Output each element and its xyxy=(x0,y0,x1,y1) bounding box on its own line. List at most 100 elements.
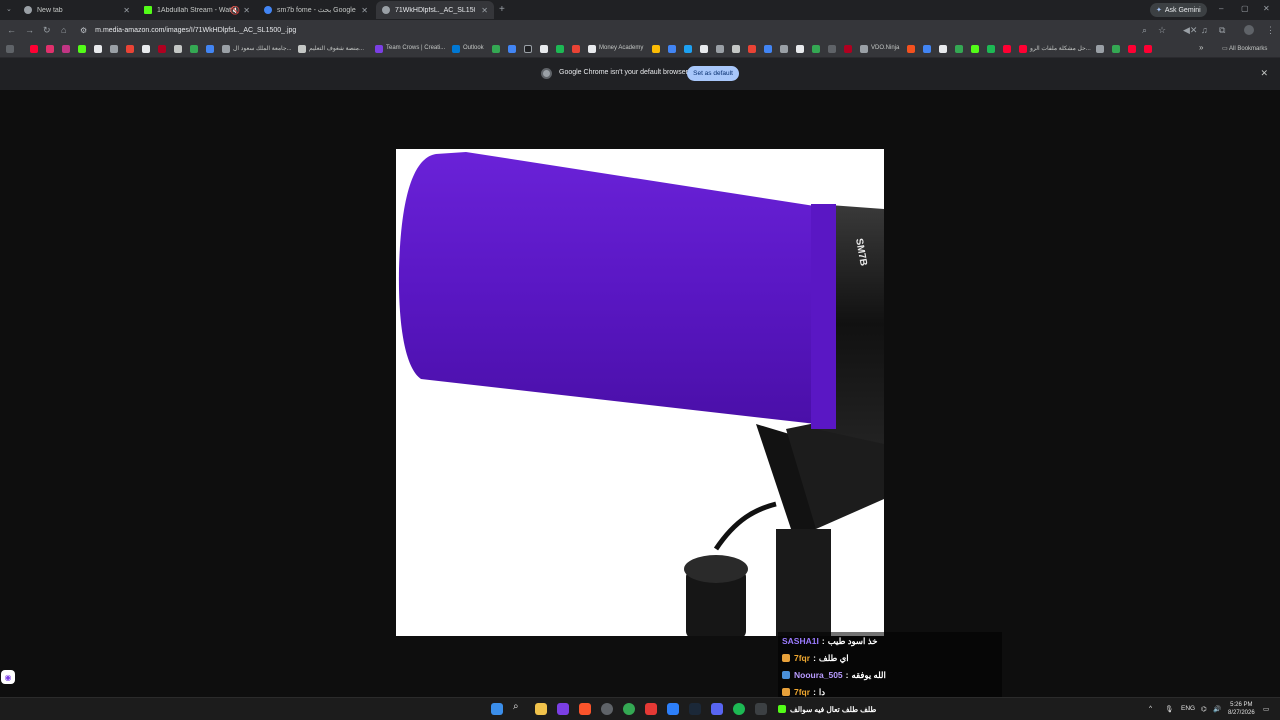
bookmark-icon[interactable] xyxy=(206,45,214,53)
bookmark-icon[interactable] xyxy=(923,45,931,53)
media-controls-icon[interactable]: ◀✕ xyxy=(1183,25,1197,36)
bookmark-icon[interactable] xyxy=(524,45,532,53)
start-icon[interactable] xyxy=(491,703,503,715)
bookmarks-overflow-icon[interactable]: » xyxy=(1199,43,1203,52)
bookmark-icon[interactable] xyxy=(652,45,660,53)
bookmark-icon[interactable] xyxy=(556,45,564,53)
bookmark-icon[interactable] xyxy=(796,45,804,53)
bookmark-outlook[interactable]: Outlook xyxy=(463,45,484,51)
bookmark-icon[interactable] xyxy=(1096,45,1104,53)
chrome-icon[interactable] xyxy=(601,703,613,715)
close-tab-icon[interactable]: ✕ xyxy=(123,6,130,15)
bookmark-icon[interactable] xyxy=(142,45,150,53)
bookmark-icon[interactable] xyxy=(1112,45,1120,53)
bookmark-icon[interactable] xyxy=(939,45,947,53)
tab-new-tab[interactable]: New tab ✕ xyxy=(18,1,136,19)
bookmark-icon[interactable] xyxy=(700,45,708,53)
kick-icon[interactable] xyxy=(78,45,86,53)
youtube-icon[interactable] xyxy=(1019,45,1027,53)
bookmark-icon[interactable] xyxy=(828,45,836,53)
app-icon[interactable] xyxy=(755,703,767,715)
audio-icon[interactable]: ♫ xyxy=(1201,25,1208,35)
bookmark-icon[interactable] xyxy=(190,45,198,53)
discord-icon[interactable] xyxy=(711,703,723,715)
globe-icon[interactable] xyxy=(860,45,868,53)
extensions-icon[interactable]: ⧉ xyxy=(1219,25,1225,36)
tab-search-icon[interactable]: ⌄ xyxy=(6,5,12,13)
bookmark-icon[interactable] xyxy=(572,45,580,53)
tab-google-search[interactable]: sm7b fome - بحث Google ✕ xyxy=(258,1,374,19)
app-icon[interactable] xyxy=(557,703,569,715)
all-bookmarks[interactable]: ▭ All Bookmarks xyxy=(1222,45,1267,52)
bookmark-icon[interactable] xyxy=(508,45,516,53)
set-as-default-button[interactable]: Set as default xyxy=(687,66,739,81)
bookmark-platform[interactable]: منصة شغوف التعليم... xyxy=(309,45,364,52)
bookmark-icon[interactable] xyxy=(540,45,548,53)
clock[interactable]: 5:26 PM 8/27/2026 xyxy=(1228,701,1255,717)
bookmark-star-icon[interactable]: ☆ xyxy=(1158,25,1166,36)
zoom-icon[interactable]: ⌕ xyxy=(1142,25,1147,36)
bookmark-icon[interactable] xyxy=(780,45,788,53)
menu-icon[interactable]: ⋮ xyxy=(1266,25,1275,36)
bookmark-vdo-ninja[interactable]: VDO.Ninja xyxy=(871,45,899,51)
bookmark-icon[interactable] xyxy=(955,45,963,53)
youtube-icon[interactable] xyxy=(1144,45,1152,53)
language-indicator[interactable]: ENG xyxy=(1181,705,1195,712)
bookmark-ksu[interactable]: جامعة الملك سعود ال... xyxy=(233,45,292,52)
mute-icon[interactable]: 🔇 xyxy=(230,6,240,15)
site-info-icon[interactable]: ⚙ xyxy=(80,26,87,35)
app-icon[interactable] xyxy=(645,703,657,715)
tray-overflow-icon[interactable]: ^ xyxy=(1149,705,1152,712)
bookmark-icon[interactable] xyxy=(844,45,852,53)
bookmark-icon[interactable] xyxy=(62,45,70,53)
maximize-icon[interactable]: ▢ xyxy=(1241,4,1249,13)
minimize-icon[interactable]: – xyxy=(1219,4,1223,13)
instagram-icon[interactable] xyxy=(46,45,54,53)
tab-image[interactable]: 71WkHDlpfsL._AC_SL1500_.jpg ✕ xyxy=(376,1,494,19)
bookmark-icon[interactable] xyxy=(174,45,182,53)
bookmark-icon[interactable] xyxy=(812,45,820,53)
address-bar[interactable]: ⚙ m.media-amazon.com/images/I/71WkHDlpfs… xyxy=(80,23,1150,38)
mic-icon[interactable]: 🎙 xyxy=(1165,705,1173,713)
youtube-icon[interactable] xyxy=(1128,45,1136,53)
bookmark-team-crows[interactable]: Team Crows | Creati... xyxy=(386,45,445,51)
search-icon[interactable]: ⌕ xyxy=(513,701,525,713)
youtube-icon[interactable] xyxy=(30,45,38,53)
brave-icon[interactable] xyxy=(579,703,591,715)
close-infobar-icon[interactable]: ✕ xyxy=(1260,68,1268,79)
bookmark-icon[interactable] xyxy=(298,45,306,53)
bookmark-icon[interactable] xyxy=(716,45,724,53)
reload-icon[interactable]: ↻ xyxy=(43,25,51,36)
close-tab-icon[interactable]: ✕ xyxy=(243,6,250,15)
bookmark-icon[interactable] xyxy=(375,45,383,53)
bookmark-icon[interactable] xyxy=(971,45,979,53)
bookmark-icon[interactable] xyxy=(764,45,772,53)
bookmark-files-fix[interactable]: حل مشكلة ملفات الرو... xyxy=(1030,45,1091,52)
apps-icon[interactable] xyxy=(6,45,14,53)
profile-avatar[interactable] xyxy=(1244,25,1254,35)
steam-icon[interactable] xyxy=(689,703,701,715)
bookmark-icon[interactable] xyxy=(492,45,500,53)
outlook-icon[interactable] xyxy=(452,45,460,53)
side-panel-icon[interactable]: ◉ xyxy=(1,670,15,684)
bookmark-icon[interactable] xyxy=(732,45,740,53)
ask-gemini-button[interactable]: ✦ Ask Gemini xyxy=(1150,3,1207,17)
volume-icon[interactable]: 🔊 xyxy=(1213,705,1221,713)
bookmark-icon[interactable] xyxy=(684,45,692,53)
new-tab-icon[interactable]: + xyxy=(499,4,505,15)
chrome-icon[interactable] xyxy=(623,703,635,715)
spotify-icon[interactable] xyxy=(733,703,745,715)
bookmark-icon[interactable] xyxy=(907,45,915,53)
bookmark-icon[interactable] xyxy=(668,45,676,53)
close-window-icon[interactable]: ✕ xyxy=(1263,4,1270,13)
bookmark-icon[interactable] xyxy=(158,45,166,53)
tab-stream[interactable]: 1‏Abdullah Stream - Watch 🔇 ✕ xyxy=(138,1,256,19)
bookmark-icon[interactable] xyxy=(987,45,995,53)
bookmark-icon[interactable] xyxy=(110,45,118,53)
notification-icon[interactable]: ▭ xyxy=(1263,705,1269,713)
app-icon[interactable] xyxy=(667,703,679,715)
home-icon[interactable]: ⌂ xyxy=(61,25,66,35)
close-tab-icon[interactable]: ✕ xyxy=(361,6,368,15)
bookmark-money-academy[interactable]: Money Academy xyxy=(599,45,643,51)
forward-icon[interactable]: → xyxy=(25,25,34,35)
